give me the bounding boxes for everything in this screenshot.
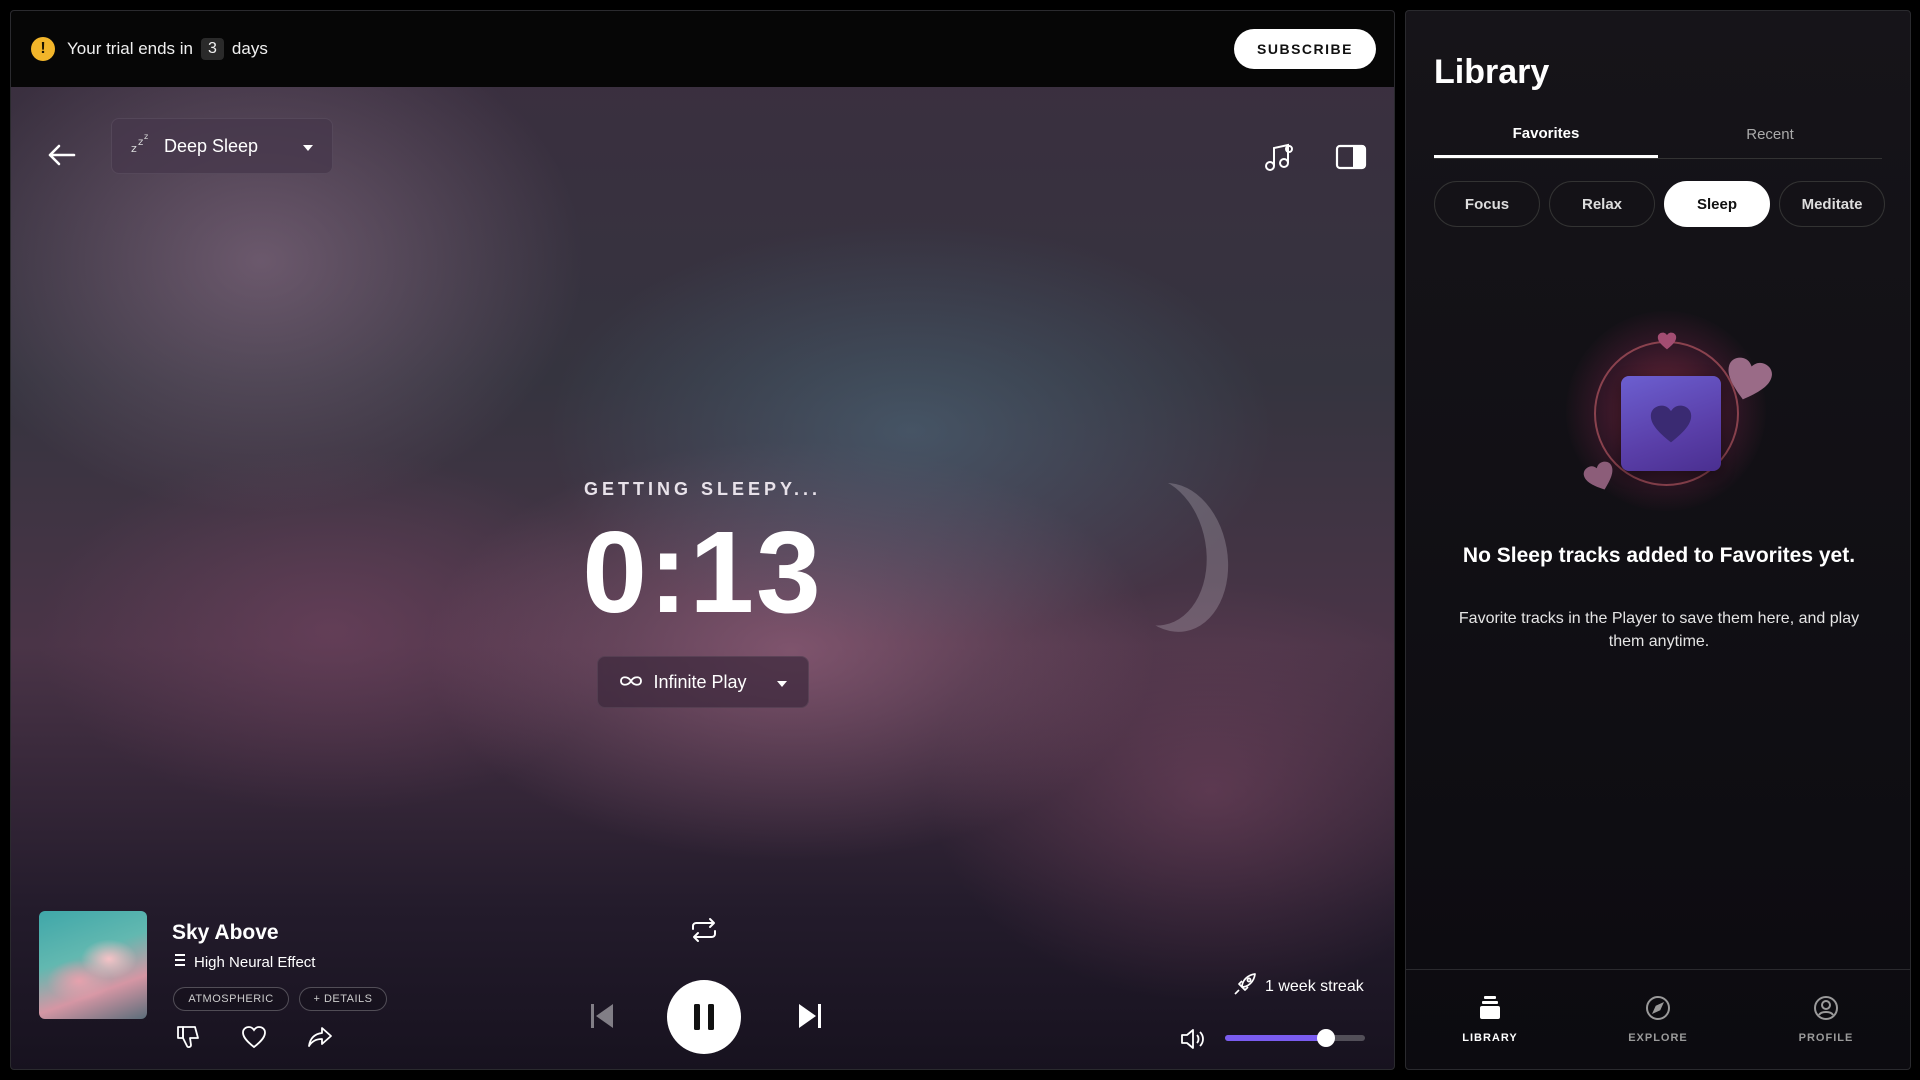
heart-box-icon <box>1621 376 1721 471</box>
thumbs-down-icon[interactable] <box>173 1022 203 1052</box>
mode-label: Deep Sleep <box>164 135 259 156</box>
pause-button[interactable] <box>667 980 741 1054</box>
zzz-icon: zzz <box>130 132 152 161</box>
next-track-icon[interactable] <box>793 999 827 1033</box>
trial-days-count: 3 <box>201 38 224 60</box>
back-arrow-icon[interactable] <box>43 137 79 173</box>
track-effect: High Neural Effect <box>174 953 315 971</box>
album-art[interactable] <box>39 911 147 1019</box>
library-panel: Library Favorites Recent Focus Relax Sle… <box>1405 10 1911 1070</box>
library-tabs: Favorites Recent <box>1434 111 1882 159</box>
play-mode-label: Infinite Play <box>653 671 747 692</box>
volume-knob[interactable] <box>1316 1029 1335 1047</box>
trial-text: Your trial ends in 3 days <box>67 38 268 60</box>
infinity-icon <box>618 672 644 693</box>
empty-favorites-illustration <box>1546 281 1786 521</box>
svg-text:z: z <box>131 142 137 155</box>
nav-explore[interactable]: EXPLORE <box>1574 970 1742 1069</box>
profile-icon <box>1813 995 1839 1024</box>
details-button[interactable]: + DETAILS <box>299 987 387 1011</box>
subscribe-button[interactable]: SUBSCRIBE <box>1234 29 1376 69</box>
filter-relax[interactable]: Relax <box>1549 181 1655 227</box>
floating-heart-icon <box>1656 331 1678 356</box>
genre-tag[interactable]: ATMOSPHERIC <box>173 987 289 1011</box>
filter-sleep[interactable]: Sleep <box>1664 181 1770 227</box>
empty-state-subtitle: Favorite tracks in the Player to save th… <box>1458 610 1860 650</box>
effect-bars-icon <box>174 953 186 971</box>
session-status: GETTING SLEEPY... <box>583 479 822 499</box>
volume-fill <box>1225 1035 1326 1041</box>
nav-explore-label: EXPLORE <box>1628 1032 1688 1044</box>
repeat-icon[interactable] <box>687 913 721 947</box>
player-panel: ! Your trial ends in 3 days SUBSCRIBE zz… <box>10 10 1395 1070</box>
share-icon[interactable] <box>305 1022 335 1052</box>
caret-down-icon <box>302 136 314 157</box>
track-title: Sky Above <box>172 921 279 944</box>
heart-icon[interactable] <box>239 1022 269 1052</box>
svg-text:z: z <box>144 132 148 141</box>
nav-profile[interactable]: PROFILE <box>1742 970 1910 1069</box>
music-settings-icon[interactable] <box>1261 139 1297 175</box>
empty-state-title: No Sleep tracks added to Favorites yet. <box>1462 544 1856 567</box>
track-effect-label: High Neural Effect <box>194 953 316 971</box>
svg-text:z: z <box>138 137 143 148</box>
streak-indicator: 1 week streak <box>1233 972 1364 1001</box>
volume-icon[interactable] <box>1177 1024 1211 1054</box>
pause-icon <box>694 1004 714 1030</box>
trial-suffix: days <box>231 39 268 58</box>
mode-dropdown[interactable]: zzz Deep Sleep <box>111 118 333 174</box>
nav-library-label: LIBRARY <box>1462 1032 1518 1044</box>
caret-down-icon <box>776 672 788 693</box>
library-icon <box>1478 995 1502 1024</box>
library-title: Library <box>1434 53 1550 91</box>
trial-prefix: Your trial ends in <box>67 39 194 58</box>
previous-track-icon[interactable] <box>585 999 619 1033</box>
volume-slider[interactable] <box>1225 1029 1365 1047</box>
session-center: GETTING SLEEPY... 0:13 Infinite Play <box>11 479 1394 708</box>
tab-recent[interactable]: Recent <box>1658 111 1882 158</box>
category-filters: Focus Relax Sleep Meditate <box>1434 181 1885 227</box>
sidebar-toggle-icon[interactable] <box>1333 139 1369 175</box>
tab-favorites[interactable]: Favorites <box>1434 111 1658 158</box>
floating-heart-icon <box>1582 461 1618 498</box>
floating-heart-icon <box>1721 356 1775 409</box>
trial-banner: ! Your trial ends in 3 days SUBSCRIBE <box>11 11 1394 87</box>
session-timer: 0:13 <box>582 507 823 637</box>
compass-icon <box>1645 995 1671 1024</box>
play-mode-dropdown[interactable]: Infinite Play <box>596 656 809 708</box>
bottom-nav: LIBRARY EXPLORE PROFILE <box>1406 969 1910 1069</box>
filter-focus[interactable]: Focus <box>1434 181 1540 227</box>
streak-label: 1 week streak <box>1265 977 1364 995</box>
nav-profile-label: PROFILE <box>1798 1032 1854 1044</box>
info-icon: ! <box>31 37 55 61</box>
nav-library[interactable]: LIBRARY <box>1406 970 1574 1069</box>
filter-meditate[interactable]: Meditate <box>1779 181 1885 227</box>
rocket-icon <box>1233 972 1257 1001</box>
